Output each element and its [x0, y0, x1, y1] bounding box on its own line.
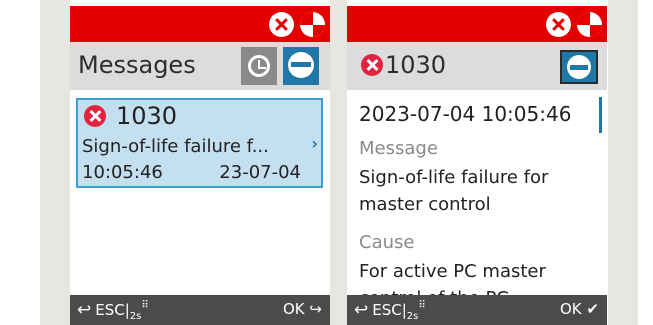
message-value: Sign-of-life failure for master control [359, 164, 599, 218]
message-line: master control [359, 194, 491, 215]
hold-2s-label: 2s⠿ [129, 300, 149, 322]
screen-header: 1030 [347, 42, 607, 90]
maintenance-status-icon [300, 12, 325, 37]
softkey-bar: ↩ ESC|2s⠿ OK ↪ [70, 295, 330, 325]
ok-softkey[interactable]: OK ↪ [283, 300, 322, 318]
message-code: 1030 [116, 102, 178, 130]
history-icon [248, 55, 270, 77]
filter-button[interactable] [560, 50, 598, 84]
maintenance-status-icon [577, 12, 602, 37]
keypad-icon: ⠿ [418, 300, 426, 311]
back-softkey[interactable]: ↩ ESC|2s⠿ [77, 300, 149, 322]
error-icon [361, 54, 383, 76]
error-status-icon [546, 12, 571, 37]
softkey-bar: ↩ ESC|2s⠿ OK ✔ [347, 295, 607, 325]
messages-list-screen: Messages 1030 Sign-of-life failure f... … [70, 6, 330, 325]
cause-line: For active PC master [359, 261, 546, 282]
cause-label: Cause [359, 232, 415, 253]
filter-icon [567, 55, 591, 79]
page-title: Messages [78, 51, 196, 79]
message-label: Message [359, 138, 438, 159]
screen-header: Messages [70, 42, 330, 90]
message-text: Sign-of-life failure f... [82, 136, 269, 157]
esc-label: ESC [95, 301, 125, 319]
message-time: 10:05:46 [82, 162, 163, 183]
esc-label: ESC [372, 301, 402, 319]
checkmark-icon: ✔ [586, 300, 599, 318]
enter-arrow-icon: ↪ [309, 300, 322, 318]
filter-icon [288, 52, 314, 78]
message-datetime: 2023-07-04 10:05:46 [359, 102, 572, 126]
history-button[interactable] [241, 47, 277, 85]
message-code: 1030 [385, 51, 447, 79]
error-icon [84, 105, 106, 127]
message-line: Sign-of-life failure for [359, 167, 549, 188]
filter-button[interactable] [283, 47, 319, 85]
ok-label: OK [559, 300, 582, 318]
back-arrow-icon: ↩ [354, 300, 369, 320]
message-date: 23-07-04 [219, 162, 301, 183]
hold-2s-label: 2s⠿ [406, 300, 426, 322]
back-softkey[interactable]: ↩ ESC|2s⠿ [354, 300, 426, 322]
back-arrow-icon: ↩ [77, 300, 92, 320]
status-bar [70, 6, 330, 42]
status-bar [347, 6, 607, 42]
error-status-icon [269, 12, 294, 37]
message-list-item[interactable]: 1030 Sign-of-life failure f... › 10:05:4… [76, 98, 323, 188]
message-detail-screen: 1030 2023-07-04 10:05:46 Message Sign-of… [347, 6, 607, 325]
ok-softkey[interactable]: OK ✔ [560, 300, 599, 318]
chevron-right-icon: › [311, 134, 318, 153]
keypad-icon: ⠿ [141, 300, 149, 311]
scrollbar[interactable] [599, 97, 602, 133]
ok-label: OK [282, 300, 305, 318]
